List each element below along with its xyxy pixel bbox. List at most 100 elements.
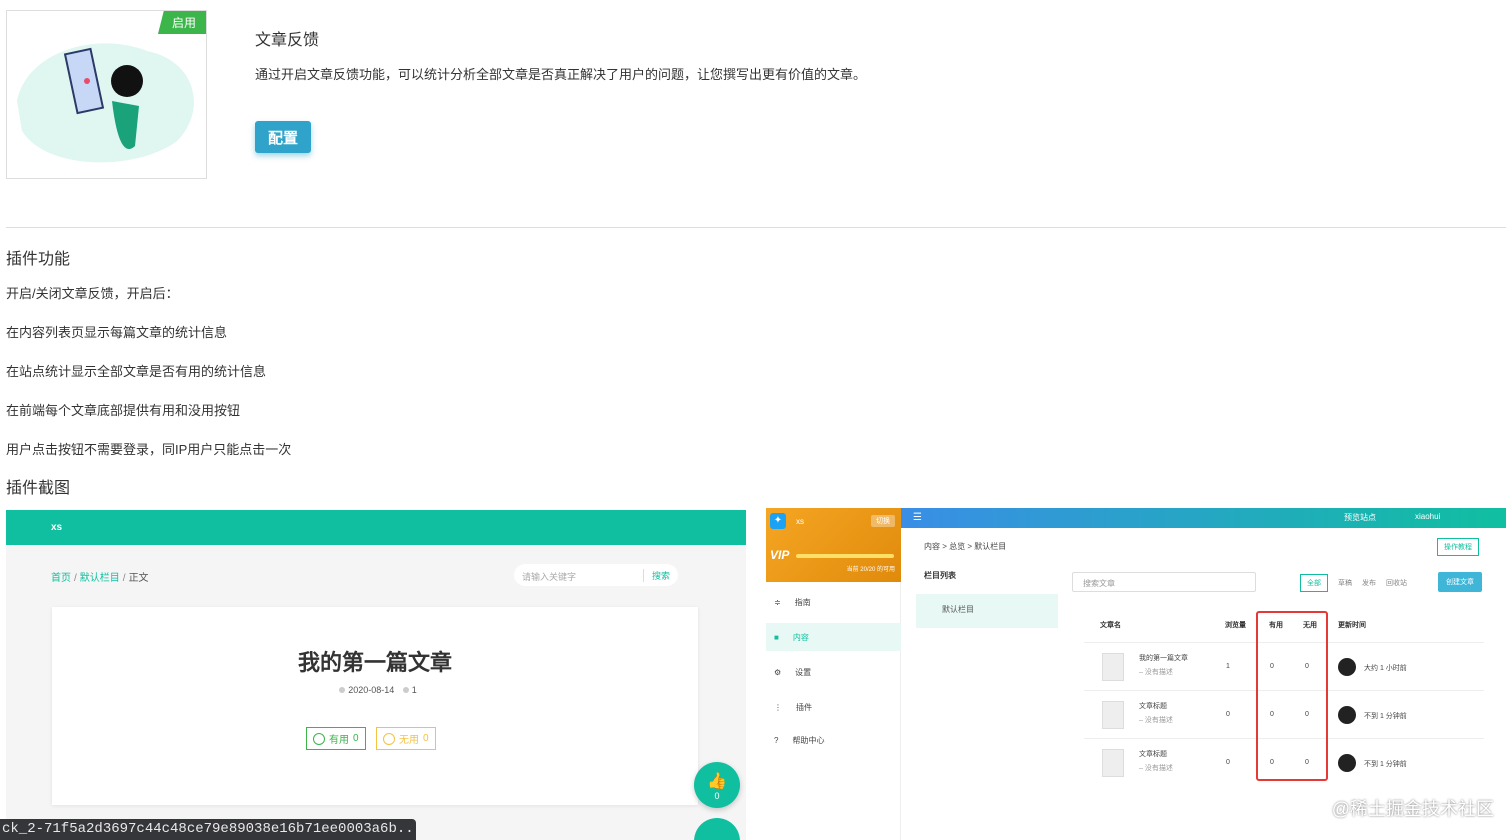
admin-breadcrumb: 内容 > 总览 > 默认栏目 [924,542,1007,551]
useful-button[interactable]: 有用 0 [306,727,366,750]
article-card: 我的第一篇文章 2020-08-14 1 有用 0 无用 0 [52,607,698,805]
thumbs-up-icon: 👍 [707,773,727,790]
tab-published[interactable]: 发布 [1362,578,1376,588]
status-badge: 启用 [157,11,206,34]
user-name[interactable]: xiaohui [1415,512,1440,521]
useless-count: 0 [423,733,429,744]
frown-icon [383,732,395,745]
useful-count: 0 [353,733,359,744]
header-updated: 更新时间 [1338,622,1366,629]
apps-icon: ⋮ [774,702,782,712]
article-title: 我的第一篇文章 [297,650,452,675]
dislike-float-button[interactable] [694,818,740,840]
nav-label: 指南 [794,597,811,607]
vip-card: ✦ xs 切换 VIP 当前 20/20 的可用 [766,508,901,582]
breadcrumb: 首页 / 默认栏目 / 正文 [51,569,149,584]
status-tabs: 全部 草稿 发布 回收站 [1300,574,1407,592]
row-desc: – 没有描述 [1139,765,1173,772]
useful-label: 有用 [329,735,349,746]
site-name: xs [51,522,63,533]
useless-label: 无用 [399,735,419,746]
feature-item: 用户点击按钮不需要登录，同IP用户只能点击一次 [6,442,292,457]
create-article-button[interactable]: 创建文章 [1438,572,1482,592]
column-list-title: 栏目列表 [924,571,956,580]
plugin-description: 通过开启文章反馈功能，可以统计分析全部文章是否真正解决了用户的问题，让您撰写出更… [255,67,867,82]
nav-item-content[interactable]: ■ 内容 [766,623,901,651]
help-icon: ? [774,735,779,745]
avatar [1338,706,1356,724]
nav-label: 帮助中心 [792,735,825,745]
search-button[interactable]: 搜索 [642,569,670,582]
row-time: 不到 1 分钟前 [1364,713,1407,720]
article-search-input[interactable]: 搜索文章 [1072,572,1256,592]
avatar [1338,754,1356,772]
menu-icon[interactable]: ☰ [913,512,922,523]
crumb-column[interactable]: 默认栏目 [80,573,120,584]
nav-item-help[interactable]: ? 帮助中心 [766,726,901,754]
row-views: 0 [1226,711,1230,718]
crumb-separator: / [122,573,126,584]
admin-topbar: ☰ 预览站点 xiaohui [901,508,1506,528]
quota-bar [796,554,894,558]
screenshots-heading: 插件截图 [6,480,71,497]
row-desc: – 没有描述 [1139,717,1173,724]
row-views: 1 [1226,663,1230,670]
article-date: 2020-08-14 [348,685,395,695]
plugin-title: 文章反馈 [255,32,320,49]
document-icon [1102,653,1124,681]
article-meta: 2020-08-14 1 [52,685,698,695]
row-time: 大约 1 小时前 [1364,665,1407,672]
like-float-button[interactable]: 👍 0 [694,762,740,808]
clock-icon [339,687,346,693]
gear-icon: ⚙ [774,667,782,677]
crumb-home[interactable]: 首页 [51,573,71,584]
header-title: 文章名 [1100,622,1121,629]
tab-draft[interactable]: 草稿 [1338,578,1352,588]
feature-item: 在前端每个文章底部提供有用和没用按钮 [6,403,241,418]
feedback-illustration [17,43,194,163]
bird-logo-icon: ✦ [770,513,786,529]
tab-all[interactable]: 全部 [1300,574,1328,592]
avatar [1338,658,1356,676]
row-views: 0 [1226,759,1230,766]
column-item-default[interactable]: 默认栏目 [916,594,1058,628]
guide-icon: ≑ [774,597,781,607]
preview-site-link[interactable]: 预览站点 [1344,512,1376,523]
site-header-bar [6,510,746,545]
quota-text: 当前 20/20 的可用 [846,567,895,573]
feature-item: 在内容列表页显示每篇文章的统计信息 [6,325,228,340]
header-views: 浏览量 [1225,622,1246,629]
smile-icon [313,732,325,745]
eye-icon [402,687,409,693]
document-icon [1102,701,1124,729]
row-desc: – 没有描述 [1139,669,1173,676]
document-icon [1102,749,1124,777]
nav-label: 设置 [795,667,812,677]
divider [6,227,1506,228]
nav-label: 插件 [796,702,812,712]
watermark: @稀土掘金技术社区 [1331,799,1494,819]
admin-sidebar: ✦ xs 切换 VIP 当前 20/20 的可用 ≑ 指南 ■ 内容 ⚙ 设置 ⋮ 插件… [766,508,901,840]
config-button[interactable]: 配置 [255,121,311,153]
nav-item-settings[interactable]: ⚙ 设置 [766,658,901,686]
highlight-box [1256,611,1328,781]
nav-item-plugins[interactable]: ⋮ 插件 [766,693,901,721]
crumb-current: 正文 [128,573,149,584]
switch-button[interactable]: 切换 [871,515,895,527]
grid-icon: ■ [774,632,779,642]
search-placeholder: 请输入关键字 [522,572,577,582]
tab-trash[interactable]: 回收站 [1386,578,1407,588]
admin-site-name: xs [796,517,804,526]
crumb-separator: / [74,573,77,584]
tutorial-button[interactable]: 操作教程 [1437,538,1479,556]
features-heading: 插件功能 [6,251,71,268]
search-input[interactable]: 请输入关键字 搜索 [514,564,678,586]
admin-screenshot: ✦ xs 切换 VIP 当前 20/20 的可用 ≑ 指南 ■ 内容 ⚙ 设置 ⋮ 插件… [766,508,1506,840]
article-views: 1 [411,685,417,695]
vip-label: VIP [770,548,790,562]
useless-button[interactable]: 无用 0 [376,727,436,750]
like-count: 0 [714,791,720,801]
row-time: 不到 1 分钟前 [1364,761,1407,768]
nav-item-guide[interactable]: ≑ 指南 [766,588,901,616]
feature-item: 在站点统计显示全部文章是否有用的统计信息 [6,364,267,379]
